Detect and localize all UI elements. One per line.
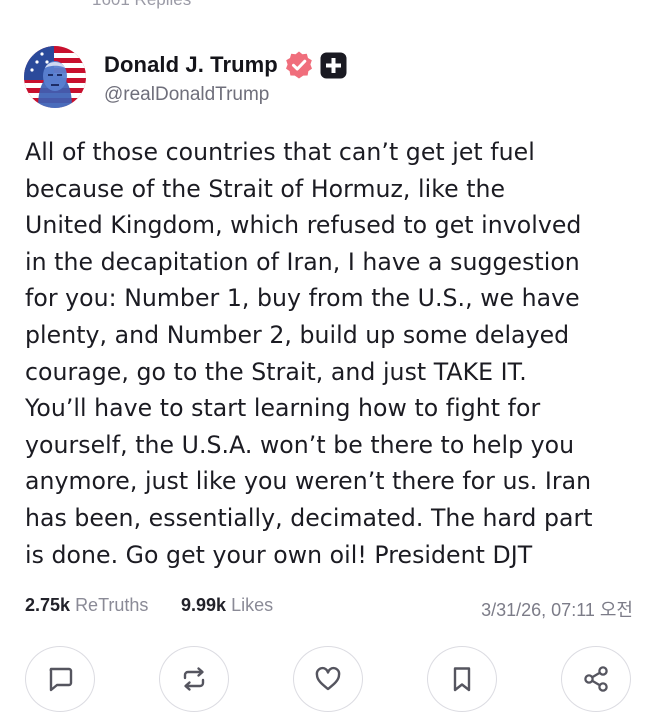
post-text-line: in the decapitation of Iran, I have a su… <box>25 247 580 276</box>
replies-count[interactable]: 1601 Replies <box>92 0 191 10</box>
post-text-line: All of those countries that can’t get je… <box>25 138 535 166</box>
post-actions <box>25 646 635 712</box>
retruth-icon <box>183 667 205 691</box>
post-timestamp[interactable]: 3/31/26, 07:11 오전 <box>481 596 633 622</box>
retruths-label: ReTruths <box>75 595 149 615</box>
like-button[interactable] <box>293 646 363 712</box>
post-text-line: plenty, and Number 2, build up some dela… <box>25 320 570 349</box>
author-handle[interactable]: @realDonaldTrump <box>104 84 347 106</box>
retruths-count: 2.75k <box>25 595 71 615</box>
bookmark-icon <box>453 667 471 692</box>
heart-icon <box>315 666 341 691</box>
post-text-line: yourself, the U.S.A. won’t be there to h… <box>25 430 575 459</box>
avatar-image <box>24 46 86 108</box>
post-text-line: for you: Number 1, buy from the U.S., we… <box>25 284 580 313</box>
likes-label: Likes <box>231 595 274 615</box>
post-text-line: has been, essentially, decimated. The ha… <box>25 503 593 532</box>
author-display-name[interactable]: Donald J. Trump <box>104 52 278 78</box>
likes-count: 9.99k <box>181 595 227 615</box>
verified-badge-icon <box>284 50 314 80</box>
post-text-line: United Kingdom, which refused to get inv… <box>25 211 582 240</box>
plus-badge-icon <box>320 52 347 79</box>
post-text-line: anymore, just like you weren’t there for… <box>25 467 592 496</box>
post-text: All of those countries that can’t get je… <box>25 134 645 573</box>
post-text-line: because of the Strait of Hormuz, like th… <box>25 174 506 203</box>
reply-button[interactable] <box>25 646 95 712</box>
share-button[interactable] <box>561 646 631 712</box>
post-text-line: courage, go to the Strait, and just TAKE… <box>25 357 527 386</box>
bookmark-button[interactable] <box>427 646 497 712</box>
post-stats: 2.75k ReTruths 9.99k Likes 3/31/26, 07:1… <box>25 595 635 622</box>
retruth-button[interactable] <box>159 646 229 712</box>
avatar[interactable] <box>24 46 86 108</box>
post-text-line: You’ll have to start learning how to fig… <box>25 394 541 423</box>
reply-icon <box>49 667 73 692</box>
likes-stat[interactable]: 9.99k Likes <box>181 595 273 616</box>
share-icon <box>584 666 608 692</box>
retruths-stat[interactable]: 2.75k ReTruths <box>25 595 148 616</box>
post-author: Donald J. Trump @realDonaldTrump <box>24 45 634 109</box>
post-text-line: is done. Go get your own oil! President … <box>25 540 533 569</box>
